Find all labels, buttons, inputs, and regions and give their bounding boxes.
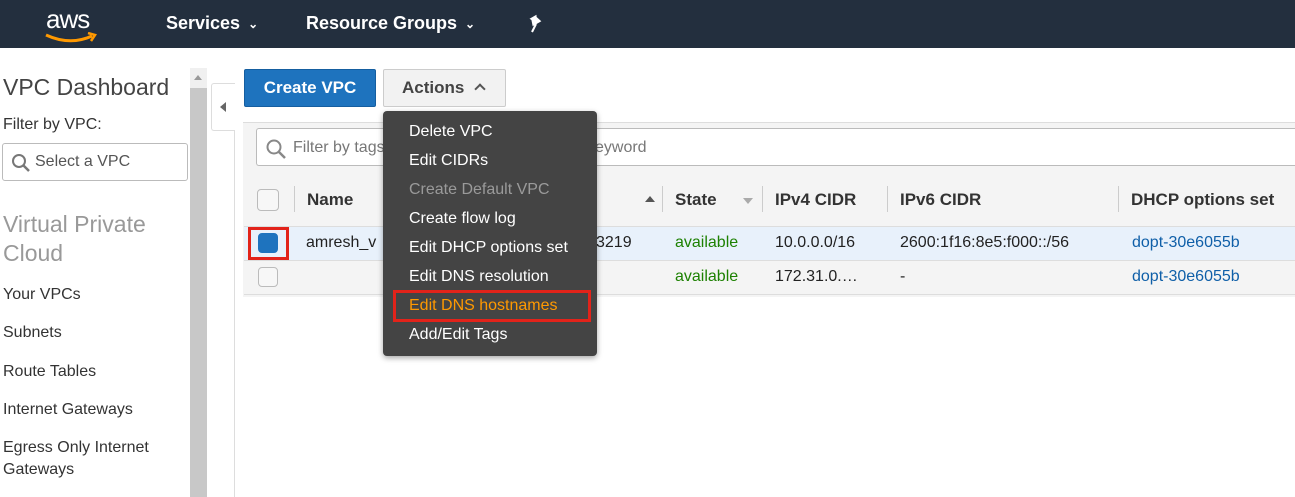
cell-vpc-id: 3219 [596,234,632,251]
menu-item-edit-dhcp-options[interactable]: Edit DHCP options set [409,239,568,257]
sidebar-item-egress-only-gateways[interactable]: Egress Only Internet Gateways [3,437,183,481]
column-header-ipv6[interactable]: IPv6 CIDR [900,190,981,210]
resource-groups-label: Resource Groups [306,13,458,33]
menu-item-edit-dns-resolution[interactable]: Edit DNS resolution [409,268,549,286]
menu-item-create-flow-log[interactable]: Create flow log [409,210,516,228]
chevron-down-icon: ⌄ [465,17,476,31]
services-menu[interactable]: Services ⌄ [166,13,258,34]
actions-button[interactable]: Actions [383,69,506,107]
scroll-up-arrow-icon[interactable] [190,68,207,88]
sort-descending-icon[interactable] [743,198,753,204]
menu-item-create-default-vpc: Create Default VPC [409,181,550,198]
column-separator [662,186,663,212]
chevron-down-icon: ⌄ [248,17,259,31]
vpc-select[interactable]: Select a VPC [2,143,188,181]
aws-logo-text: aws [46,4,90,34]
column-header-ipv4[interactable]: IPv4 CIDR [775,190,856,210]
column-separator [294,186,295,212]
search-icon [12,154,30,172]
filter-placeholder-end: eyword [595,139,647,156]
cell-ipv4: 172.31.0.… [775,268,858,285]
column-separator [762,186,763,212]
sidebar-item-your-vpcs[interactable]: Your VPCs [3,284,81,306]
services-label: Services [166,13,241,33]
annotation-highlight-box [248,227,289,260]
sidebar-section-vpc: Virtual Private Cloud [3,211,146,266]
cell-dhcp-link[interactable]: dopt-30e6055b [1132,268,1240,286]
column-header-state[interactable]: State [675,190,717,210]
aws-logo[interactable]: aws [42,4,102,43]
aws-smile-icon [45,32,97,43]
sidebar-title[interactable]: VPC Dashboard [3,74,169,101]
actions-label: Actions [402,78,465,97]
sidebar-item-subnets[interactable]: Subnets [3,322,62,344]
menu-item-delete-vpc[interactable]: Delete VPC [409,123,493,141]
vpc-select-placeholder: Select a VPC [35,153,131,170]
cell-state: available [675,268,739,285]
column-separator [1118,186,1119,212]
chevron-up-icon [474,83,486,95]
row-checkbox[interactable] [258,267,278,287]
menu-item-add-edit-tags[interactable]: Add/Edit Tags [409,326,507,344]
annotation-highlight-box [393,290,591,322]
column-header-dhcp[interactable]: DHCP options set [1131,190,1274,210]
cell-state: available [675,234,739,251]
column-header-name[interactable]: Name [307,190,353,210]
sidebar: VPC Dashboard Filter by VPC: Select a VP… [0,48,190,497]
resource-groups-menu[interactable]: Resource Groups ⌄ [306,13,475,34]
divider [234,131,235,497]
sidebar-item-route-tables[interactable]: Route Tables [3,361,96,383]
sidebar-item-internet-gateways[interactable]: Internet Gateways [3,399,133,421]
sort-ascending-icon[interactable] [645,196,655,202]
select-all-checkbox[interactable] [257,189,279,211]
filter-placeholder-start: Filter by tags [293,139,385,156]
cell-ipv6: 2600:1f16:8e5:f000::/56 [900,234,1070,251]
pin-icon[interactable] [527,14,545,34]
cell-ipv4: 10.0.0.0/16 [775,234,856,251]
cell-ipv6: - [900,268,906,285]
top-navigation-bar: aws Services ⌄ Resource Groups ⌄ [0,0,1295,48]
cell-dhcp-link[interactable]: dopt-30e6055b [1132,234,1240,252]
filter-by-vpc-label: Filter by VPC: [3,116,102,133]
create-vpc-button[interactable]: Create VPC [244,69,376,107]
cell-name: amresh_v [306,234,377,251]
search-icon [266,139,286,159]
collapse-sidebar-button[interactable] [211,83,235,131]
column-separator [887,186,888,212]
menu-item-edit-cidrs[interactable]: Edit CIDRs [409,152,488,170]
sidebar-scrollbar[interactable] [190,68,207,497]
